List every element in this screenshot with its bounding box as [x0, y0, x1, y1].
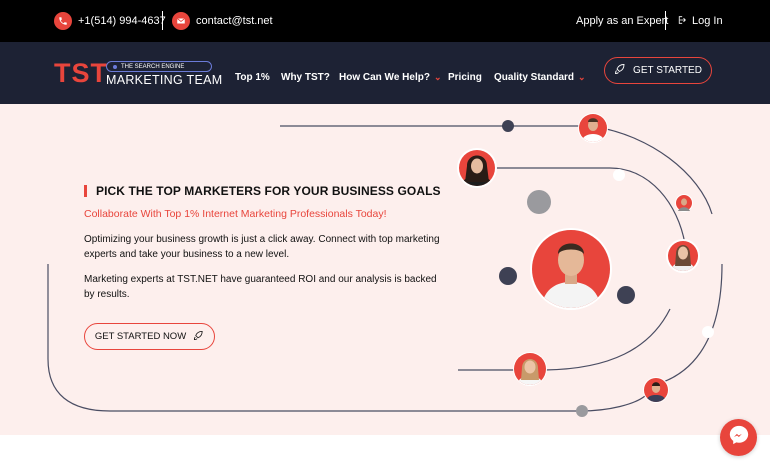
nav-link-label: Why TST? [281, 72, 330, 83]
hero-paragraph: Optimizing your business growth is just … [84, 234, 440, 260]
hero-subtitle: Collaborate With Top 1% Internet Marketi… [84, 208, 387, 220]
sign-in-icon [678, 15, 688, 28]
logo-mark: TST [54, 58, 108, 88]
nav-link-why-tst[interactable]: Why TST? [281, 72, 330, 83]
chevron-down-icon: ⌄ [433, 72, 442, 82]
decor-dot [576, 405, 588, 417]
logo-tagline: THE SEARCH ENGINE [106, 61, 212, 72]
nav-link-pricing[interactable]: Pricing [448, 72, 482, 83]
login-label: Log In [692, 15, 723, 27]
top-bar: +1(514) 994-4637 contact@tst.net Apply a… [0, 0, 770, 42]
messenger-chat-button[interactable] [720, 419, 757, 456]
nav-link-label: Pricing [448, 72, 482, 83]
email-contact[interactable]: contact@tst.net [172, 11, 273, 31]
get-started-button[interactable]: GET STARTED [604, 57, 712, 84]
avatar-expert [666, 239, 700, 273]
phone-icon [54, 12, 72, 30]
connector-lines [47, 125, 723, 412]
decor-dot [702, 326, 714, 338]
get-started-now-button[interactable]: GET STARTED NOW [84, 323, 215, 350]
login-link[interactable]: Log In [678, 11, 723, 31]
hero-illustration [47, 113, 723, 417]
main-nav: TST THE SEARCH ENGINE MARKETING TEAM Top… [0, 42, 770, 104]
avatar-main [530, 228, 612, 310]
rocket-icon [193, 330, 204, 344]
messenger-icon [728, 424, 750, 451]
topbar-divider [162, 11, 163, 30]
decor-dot [617, 286, 635, 304]
chevron-down-icon: ⌄ [578, 72, 586, 82]
nav-link-label: How Can We Help? [339, 72, 430, 83]
avatar-expert [578, 113, 608, 143]
hero-title: PICK THE TOP MARKETERS FOR YOUR BUSINESS… [96, 184, 441, 198]
apply-expert-link[interactable]: Apply as an Expert [576, 11, 668, 31]
avatar-expert [675, 194, 693, 212]
phone-contact[interactable]: +1(514) 994-4637 [54, 11, 166, 31]
logo-dot-icon [113, 64, 117, 69]
avatar-expert [513, 352, 547, 386]
decor-dot [502, 120, 514, 132]
get-started-label: GET STARTED [633, 65, 702, 76]
logo-name: MARKETING TEAM [106, 73, 223, 87]
title-accent-bar [84, 185, 87, 197]
nav-link-label: Quality Standard [494, 72, 575, 83]
nav-link-top-1[interactable]: Top 1% [235, 72, 270, 83]
avatar-expert [457, 148, 497, 188]
envelope-icon [172, 12, 190, 30]
topbar-divider [665, 11, 666, 30]
get-started-now-label: GET STARTED NOW [94, 331, 187, 342]
nav-link-quality-standard[interactable]: Quality Standard ⌄ [494, 72, 586, 83]
email-address: contact@tst.net [196, 15, 273, 27]
nav-link-how-can-we-help[interactable]: How Can We Help? ⌄ [339, 72, 441, 83]
hero-paragraph: Marketing experts at TST.NET have guaran… [84, 274, 437, 300]
phone-number: +1(514) 994-4637 [78, 15, 166, 27]
decor-dot [613, 169, 625, 181]
decor-dot [499, 267, 517, 285]
logo-tagline-text: THE SEARCH ENGINE [121, 63, 185, 70]
nav-link-label: Top 1% [235, 72, 270, 83]
hero-section: PICK THE TOP MARKETERS FOR YOUR BUSINESS… [0, 104, 770, 435]
avatar-expert [643, 377, 669, 403]
decor-dot [527, 190, 551, 214]
apply-expert-label: Apply as an Expert [576, 15, 669, 27]
rocket-icon [614, 63, 626, 78]
